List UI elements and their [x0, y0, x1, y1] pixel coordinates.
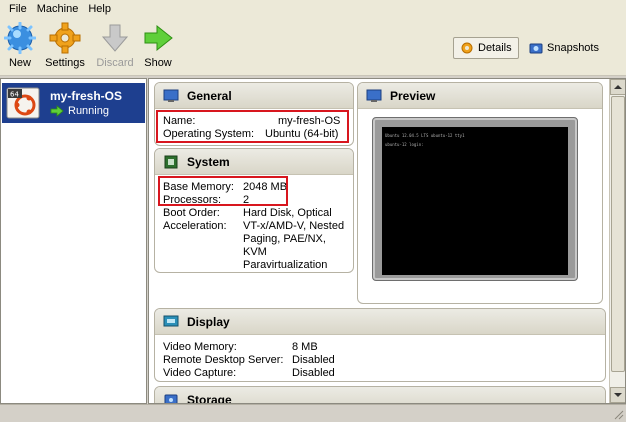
chevron-down-icon [614, 393, 622, 397]
discard-label: Discard [96, 57, 134, 69]
snapshots-label: Snapshots [547, 42, 599, 54]
vm-name: my-fresh-OS [50, 89, 123, 103]
new-label: New [8, 57, 31, 69]
boot-value: Hard Disk, Optical [243, 207, 332, 219]
preview-panel: Preview Ubuntu 12.04.5 LTS ubuntu-12 tty… [357, 82, 603, 304]
accel-value: VT-x/AMD-V, Nested Paging, PAE/NX, KVM P… [243, 220, 345, 271]
chevron-up-icon [614, 85, 622, 89]
storage-header[interactable]: Storage [155, 387, 605, 404]
vm-list: 64 my-fresh-OS Running [0, 78, 147, 404]
storage-icon [164, 394, 178, 403]
gear-icon [49, 22, 81, 54]
storage-title: Storage [187, 392, 232, 404]
system-highlight-box [158, 176, 288, 206]
storage-panel: Storage [154, 386, 606, 404]
rds-label: Remote Desktop Server: [163, 354, 284, 366]
general-title: General [187, 88, 232, 103]
system-accel-row: Acceleration: VT-x/AMD-V, Nested Paging,… [163, 220, 345, 272]
preview-screen: Ubuntu 12.04.5 LTS ubuntu-12 tty1 ubuntu… [382, 127, 568, 275]
vm-list-item[interactable]: 64 my-fresh-OS Running [2, 83, 145, 123]
chip-icon [164, 155, 178, 168]
vm-state-label: Running [68, 105, 109, 117]
gear-icon [461, 42, 473, 54]
os-badge: 64 [10, 91, 19, 99]
system-title: System [187, 154, 230, 169]
display-rds-row: Remote Desktop Server: Disabled [163, 354, 597, 367]
show-label: Show [144, 57, 172, 69]
capture-value: Disabled [292, 367, 335, 379]
rds-value: Disabled [292, 354, 335, 366]
display-header[interactable]: Display [155, 309, 605, 335]
settings-button[interactable]: Settings [40, 22, 90, 74]
system-header[interactable]: System [155, 149, 353, 175]
scroll-down-button[interactable] [610, 387, 625, 403]
monitor-icon [163, 89, 179, 102]
preview-line-1: Ubuntu 12.04.5 LTS ubuntu-12 tty1 [385, 133, 465, 138]
menu-file[interactable]: File [4, 0, 32, 18]
scroll-thumb[interactable] [611, 96, 625, 372]
vmem-value: 8 MB [292, 341, 318, 353]
ubuntu-os-icon: 64 [6, 87, 40, 119]
vmem-label: Video Memory: [163, 341, 237, 353]
general-header[interactable]: General [155, 83, 353, 109]
toolbar: New Settings Discard Show Details Snapsh… [0, 18, 626, 76]
settings-label: Settings [45, 57, 85, 69]
general-highlight-box [156, 110, 349, 143]
camera-icon [529, 43, 543, 54]
new-button[interactable]: New [0, 22, 45, 74]
display-vmem-row: Video Memory: 8 MB [163, 341, 597, 354]
preview-monitor: Ubuntu 12.04.5 LTS ubuntu-12 tty1 ubuntu… [372, 117, 578, 281]
snapshots-button[interactable]: Snapshots [523, 37, 605, 59]
display-title: Display [187, 314, 230, 329]
scroll-up-button[interactable] [610, 79, 625, 95]
menu-help[interactable]: Help [83, 0, 116, 18]
menu-machine[interactable]: Machine [32, 0, 84, 18]
vertical-scrollbar[interactable] [609, 79, 625, 403]
details-label: Details [478, 42, 512, 54]
accel-label: Acceleration: [163, 220, 227, 232]
preview-line-2: ubuntu-12 login: [385, 142, 424, 147]
monitor-icon [366, 89, 382, 102]
preview-header[interactable]: Preview [358, 83, 602, 109]
system-boot-row: Boot Order: Hard Disk, Optical [163, 207, 345, 220]
details-pane: General Name: my-fresh-OS Operating Syst… [148, 78, 626, 404]
status-bar [0, 404, 626, 422]
capture-label: Video Capture: [163, 367, 237, 379]
new-icon [4, 22, 36, 54]
boot-label: Boot Order: [163, 207, 220, 219]
preview-title: Preview [390, 88, 436, 103]
resize-grip-icon[interactable] [612, 408, 624, 420]
display-capture-row: Video Capture: Disabled [163, 367, 597, 380]
arrow-down-icon [101, 24, 129, 52]
arrow-right-icon [144, 24, 173, 52]
show-button[interactable]: Show [133, 22, 183, 74]
system-panel: System Base Memory: 2048 MB Processors: … [154, 148, 354, 273]
menu-bar: File Machine Help [0, 0, 626, 18]
display-icon [163, 315, 179, 326]
details-button[interactable]: Details [453, 37, 519, 59]
vm-state: Running [50, 105, 109, 117]
display-panel: Display Video Memory: 8 MB Remote Deskto… [154, 308, 606, 382]
running-arrow-icon [50, 105, 64, 117]
